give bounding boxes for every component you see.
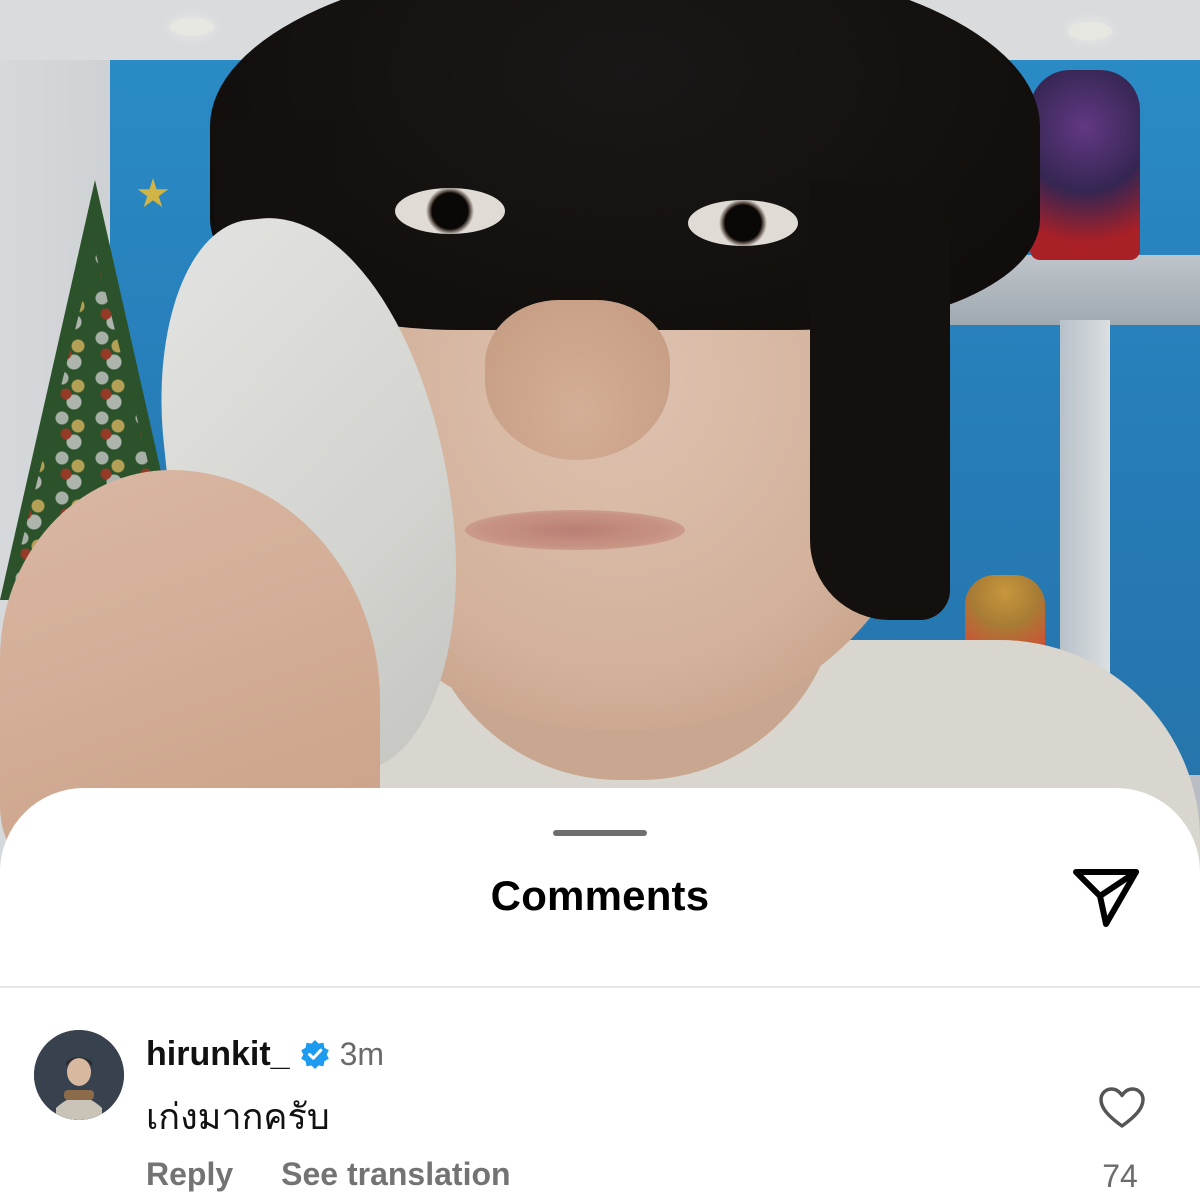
like-count: 74 (1102, 1158, 1138, 1194)
drag-handle[interactable] (553, 830, 647, 836)
sheet-title: Comments (490, 872, 710, 919)
username[interactable]: hirunkit_ (146, 1035, 290, 1074)
divider (0, 986, 1200, 988)
verified-badge-icon (300, 1039, 330, 1069)
paper-plane-icon[interactable] (1070, 864, 1142, 930)
post-photo (0, 0, 1200, 900)
heart-outline-icon[interactable] (1098, 1086, 1146, 1130)
comment-text: เก่งมากครับ (146, 1096, 330, 1137)
timestamp: 3m (339, 1035, 385, 1072)
comment-item: hirunkit_ 3m เก่งมากครับ Reply See trans… (0, 990, 1200, 1200)
screen: Comments hirunkit_ 3m เก่งมากครับ Reply … (0, 0, 1200, 1200)
comment-header: hirunkit_ 3m (146, 1034, 384, 1074)
comment-actions: Reply See translation (146, 1156, 511, 1193)
see-translation-button[interactable]: See translation (281, 1156, 510, 1193)
avatar[interactable] (34, 1030, 124, 1120)
reply-button[interactable]: Reply (146, 1156, 233, 1193)
